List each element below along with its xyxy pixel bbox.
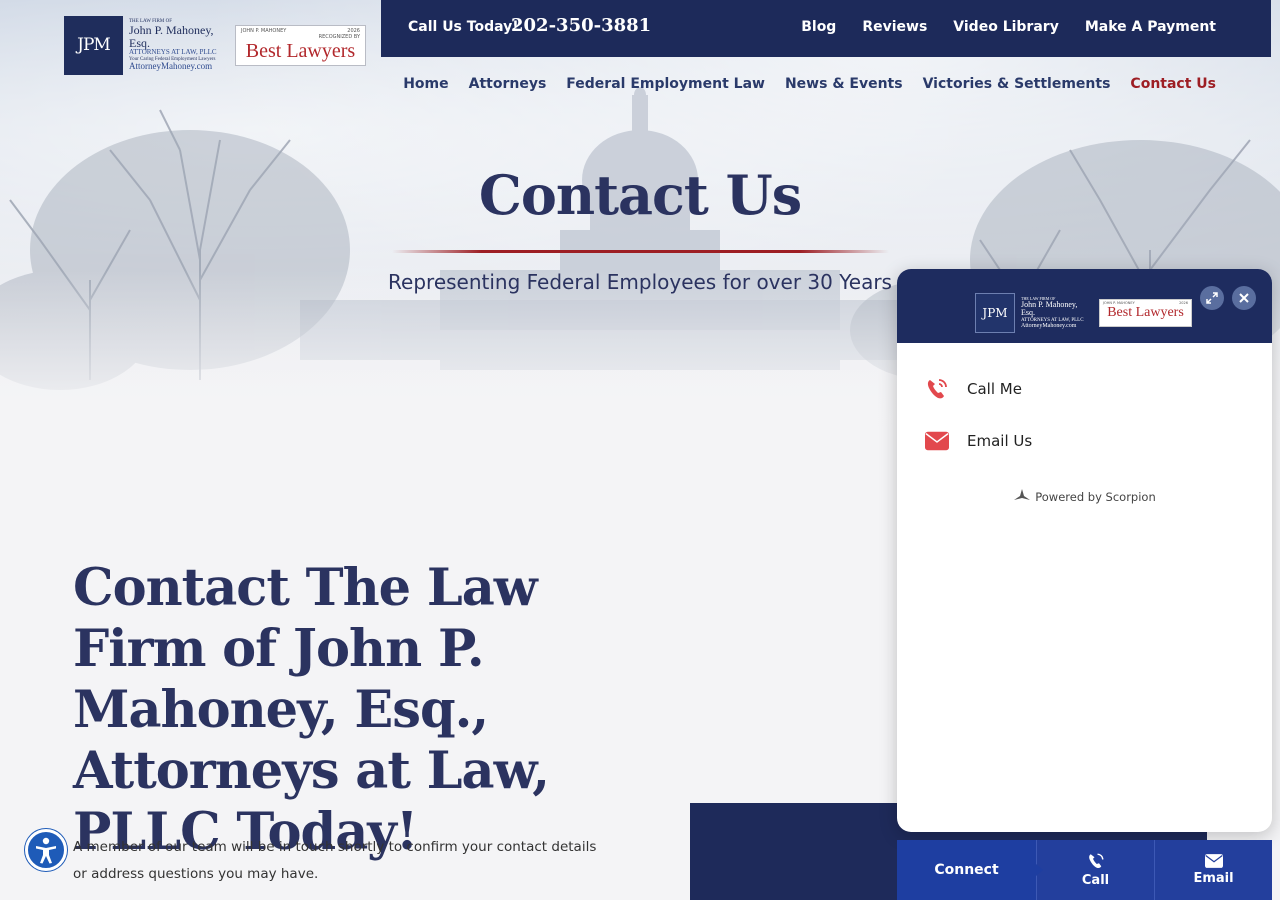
util-link-make-payment[interactable]: Make A Payment bbox=[1085, 19, 1216, 35]
email-button[interactable]: Email bbox=[1154, 840, 1272, 900]
scorpion-icon bbox=[1014, 489, 1031, 500]
phone-ring-icon bbox=[925, 377, 949, 401]
call-me-option[interactable]: Call Me bbox=[925, 377, 1022, 401]
nav-item-attorneys[interactable]: Attorneys bbox=[469, 76, 547, 92]
call-me-label: Call Me bbox=[967, 380, 1022, 398]
nav-item-contact-us[interactable]: Contact Us bbox=[1130, 76, 1216, 92]
util-link-video-library[interactable]: Video Library bbox=[953, 19, 1059, 35]
close-icon[interactable] bbox=[1232, 286, 1256, 310]
util-link-blog[interactable]: Blog bbox=[801, 19, 836, 35]
jpm-logo-mark: JPM bbox=[64, 15, 123, 75]
title-divider bbox=[392, 250, 889, 253]
contact-heading: Contact The Law Firm of John P. Mahoney,… bbox=[73, 558, 550, 862]
logo-url: AttorneyMahoney.com bbox=[129, 60, 213, 71]
logo-firm-name: John P. Mahoney, Esq. bbox=[129, 23, 214, 50]
widget-best-wordmark: Best Lawyers bbox=[1107, 305, 1184, 320]
widget-url: AttorneyMahoney.com bbox=[1021, 322, 1077, 329]
mail-icon bbox=[1204, 854, 1223, 868]
phone-icon bbox=[1088, 853, 1103, 869]
widget-firm-name: John P. Mahoney, Esq. bbox=[1021, 299, 1078, 318]
best-lawyers-name: JOHN P. MAHONEY bbox=[241, 27, 287, 34]
call-button[interactable]: Call bbox=[1036, 840, 1154, 900]
expand-icon[interactable] bbox=[1200, 286, 1224, 310]
best-lawyers-recognized: RECOGNIZED BY bbox=[318, 33, 360, 40]
connect-button[interactable]: Connect bbox=[897, 840, 1043, 900]
accessibility-icon bbox=[36, 837, 56, 864]
nav-item-victories-settlements[interactable]: Victories & Settlements bbox=[923, 76, 1111, 92]
page-title: Contact Us bbox=[478, 163, 802, 227]
main-nav: Home Attorneys Federal Employment Law Ne… bbox=[403, 76, 1216, 92]
logo-text: THE LAW FIRM OF John P. Mahoney, Esq. AT… bbox=[129, 19, 229, 71]
nav-item-home[interactable]: Home bbox=[403, 76, 448, 92]
widget-jpm-mark: JPM bbox=[975, 293, 1015, 333]
widget-best-lawyers-badge: JOHN P. MAHONEY 2026 Best Lawyers bbox=[1099, 299, 1192, 327]
utility-nav: Blog Reviews Video Library Make A Paymen… bbox=[801, 19, 1216, 35]
contact-body-text: A member of our team will be in touch sh… bbox=[73, 839, 597, 882]
call-button-label: Call bbox=[1081, 873, 1110, 888]
email-us-label: Email Us bbox=[967, 432, 1033, 450]
best-lawyers-wordmark: Best Lawyers bbox=[245, 39, 356, 62]
call-us-label: Call Us Today! bbox=[408, 19, 519, 35]
top-utility-bar: Call Us Today! 202-350-3881 Blog Reviews… bbox=[381, 0, 1271, 57]
widget-logo-text: THE LAW FIRM OF John P. Mahoney, Esq. AT… bbox=[1021, 296, 1093, 330]
envelope-icon bbox=[925, 429, 949, 453]
widget-logo: JPM THE LAW FIRM OF John P. Mahoney, Esq… bbox=[975, 293, 1192, 333]
nav-item-federal-employment-law[interactable]: Federal Employment Law bbox=[566, 76, 765, 92]
email-button-label: Email bbox=[1193, 871, 1234, 886]
connect-bottom-bar: Connect Call Email bbox=[897, 840, 1272, 900]
util-link-reviews[interactable]: Reviews bbox=[862, 19, 927, 35]
email-us-option[interactable]: Email Us bbox=[925, 429, 1032, 453]
powered-by-label: Powered by Scorpion bbox=[1035, 490, 1156, 504]
accessibility-button[interactable] bbox=[25, 829, 67, 871]
powered-by[interactable]: Powered by Scorpion bbox=[897, 488, 1272, 504]
logo-firm-sub: ATTORNEYS AT LAW, PLLC bbox=[129, 48, 217, 57]
site-logo[interactable]: JPM THE LAW FIRM OF John P. Mahoney, Esq… bbox=[64, 15, 368, 75]
connect-widget: JPM THE LAW FIRM OF John P. Mahoney, Esq… bbox=[897, 269, 1272, 832]
widget-header: JPM THE LAW FIRM OF John P. Mahoney, Esq… bbox=[897, 269, 1272, 343]
phone-number-link[interactable]: 202-350-3881 bbox=[511, 15, 651, 36]
best-lawyers-badge: JOHN P. MAHONEY 2026 RECOGNIZED BY Best … bbox=[235, 24, 366, 66]
nav-item-news-events[interactable]: News & Events bbox=[785, 76, 903, 92]
